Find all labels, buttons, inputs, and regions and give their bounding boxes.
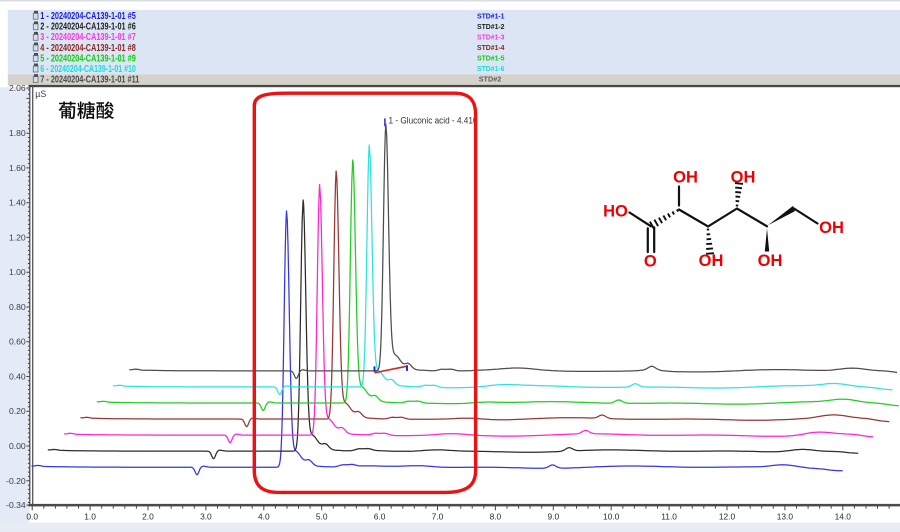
svg-text:1.80: 1.80 (9, 128, 26, 138)
svg-text:STD#1-1: STD#1-1 (477, 11, 505, 20)
svg-text:STD#1-4: STD#1-4 (477, 43, 505, 52)
svg-text:5.0: 5.0 (316, 512, 328, 522)
svg-text:7 - 20240204-CA139-1-01 #11: 7 - 20240204-CA139-1-01 #11 (40, 74, 139, 85)
svg-text:-0.34: -0.34 (6, 500, 26, 510)
svg-text:5 - 20240204-CA139-1-01 #9: 5 - 20240204-CA139-1-01 #9 (40, 53, 136, 64)
svg-text:1.40: 1.40 (9, 198, 26, 208)
svg-text:0.80: 0.80 (9, 302, 26, 312)
svg-text:OH: OH (731, 169, 756, 187)
svg-text:13.0: 13.0 (777, 512, 794, 522)
svg-text:1 - 20240204-CA139-1-01 #5: 1 - 20240204-CA139-1-01 #5 (40, 11, 136, 22)
svg-text:STD#2: STD#2 (479, 75, 502, 84)
svg-text:-0.20: -0.20 (6, 476, 26, 486)
svg-text:0.0: 0.0 (26, 512, 38, 522)
svg-text:O: O (644, 253, 657, 271)
svg-text:1.60: 1.60 (9, 163, 26, 173)
svg-text:1.0: 1.0 (84, 512, 96, 522)
svg-text:STD#1-6: STD#1-6 (477, 64, 505, 73)
svg-text:2.06: 2.06 (9, 83, 26, 93)
svg-text:9.0: 9.0 (547, 512, 559, 522)
svg-text:STD#1-2: STD#1-2 (477, 22, 505, 31)
svg-text:STD#1-3: STD#1-3 (477, 33, 505, 42)
svg-text:2.0: 2.0 (142, 512, 154, 522)
svg-text:0.00: 0.00 (9, 441, 26, 451)
svg-text:OH: OH (758, 252, 783, 270)
svg-text:0.40: 0.40 (9, 372, 26, 382)
svg-text:12.0: 12.0 (719, 512, 736, 522)
svg-text:4 - 20240204-CA139-1-01 #8: 4 - 20240204-CA139-1-01 #8 (40, 43, 136, 54)
svg-text:6.0: 6.0 (374, 512, 386, 522)
svg-text:3 - 20240204-CA139-1-01 #7: 3 - 20240204-CA139-1-01 #7 (40, 32, 136, 43)
svg-text:10.0: 10.0 (603, 512, 620, 522)
svg-text:14.0: 14.0 (835, 512, 852, 522)
svg-text:1 - Gluconic acid - 4.410: 1 - Gluconic acid - 4.410 (389, 115, 478, 125)
svg-text:OH: OH (819, 219, 844, 237)
svg-text:0.20: 0.20 (9, 406, 26, 416)
svg-text:3.0: 3.0 (200, 512, 212, 522)
svg-text:STD#1-5: STD#1-5 (477, 54, 505, 63)
svg-text:0.60: 0.60 (9, 337, 26, 347)
svg-text:6 - 20240204-CA139-1-01 #10: 6 - 20240204-CA139-1-01 #10 (40, 64, 136, 75)
svg-text:µS: µS (35, 89, 46, 99)
svg-text:8.0: 8.0 (490, 512, 502, 522)
svg-text:7.0: 7.0 (432, 512, 444, 522)
svg-text:2 - 20240204-CA139-1-01 #6: 2 - 20240204-CA139-1-01 #6 (40, 22, 136, 33)
svg-text:OH: OH (673, 169, 698, 187)
svg-text:1.20: 1.20 (9, 232, 26, 242)
svg-text:1.00: 1.00 (9, 267, 26, 277)
svg-text:OH: OH (699, 252, 724, 270)
svg-text:HO: HO (603, 203, 628, 221)
svg-text:4.0: 4.0 (258, 512, 270, 522)
svg-text:11.0: 11.0 (661, 512, 677, 522)
